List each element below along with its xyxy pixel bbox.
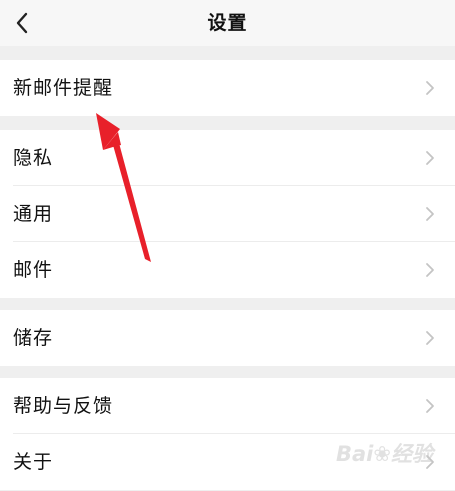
chevron-right-icon (426, 399, 434, 413)
chevron-right-icon (426, 81, 434, 95)
settings-group-notifications: 新邮件提醒 (0, 60, 455, 116)
row-general[interactable]: 通用 (0, 186, 455, 242)
row-label: 帮助与反馈 (13, 395, 114, 417)
row-help-feedback[interactable]: 帮助与反馈 (0, 378, 455, 434)
row-privacy[interactable]: 隐私 (0, 130, 455, 186)
row-label: 储存 (13, 327, 54, 349)
page-title: 设置 (207, 12, 248, 34)
chevron-right-icon (426, 151, 434, 165)
row-mail[interactable]: 邮件 (0, 242, 455, 298)
settings-group-general: 隐私 通用 邮件 (0, 130, 455, 298)
nav-header: 设置 (0, 0, 455, 46)
row-about[interactable]: 关于 (0, 434, 455, 490)
chevron-right-icon (426, 455, 434, 469)
settings-group-help: 帮助与反馈 关于 (0, 378, 455, 490)
row-label: 邮件 (13, 259, 54, 281)
row-label: 隐私 (13, 147, 54, 169)
row-label: 通用 (13, 203, 54, 225)
chevron-right-icon (426, 207, 434, 221)
chevron-right-icon (426, 263, 434, 277)
row-label: 关于 (13, 451, 54, 473)
row-label: 新邮件提醒 (13, 77, 114, 99)
settings-group-storage: 储存 (0, 310, 455, 366)
row-new-mail-notification[interactable]: 新邮件提醒 (0, 60, 455, 116)
chevron-right-icon (426, 331, 434, 345)
row-storage[interactable]: 储存 (0, 310, 455, 366)
